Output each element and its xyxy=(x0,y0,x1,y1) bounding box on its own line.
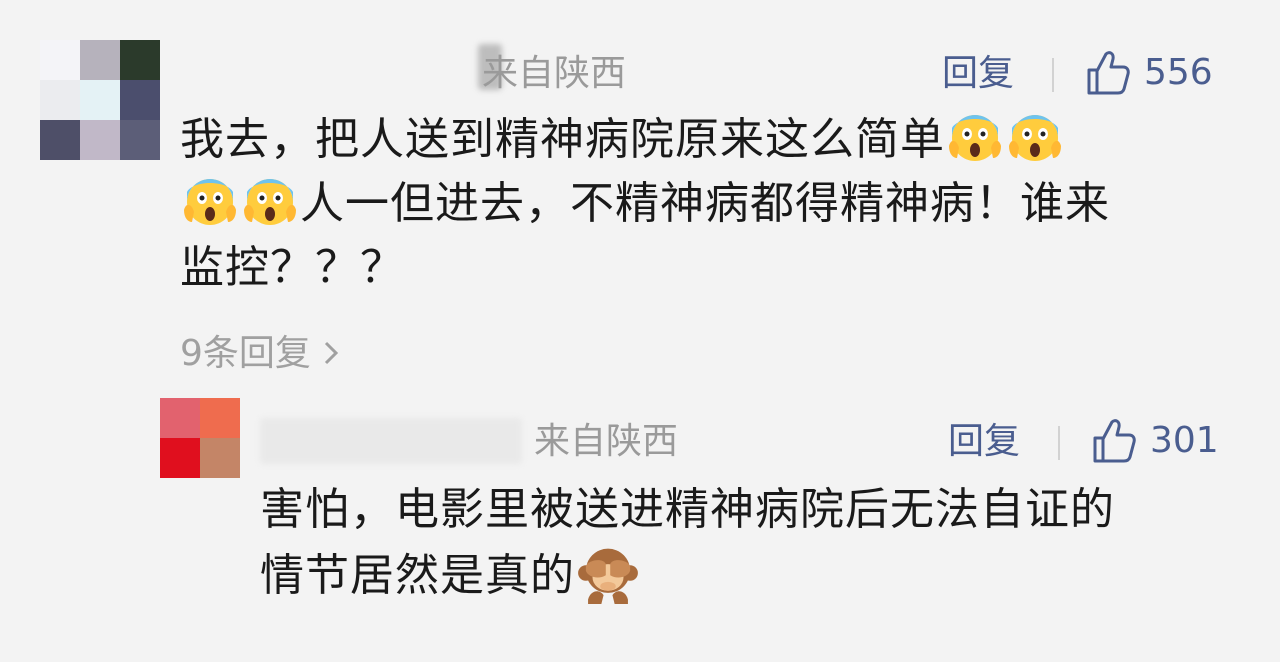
comment-line: 我去，把人送到精神病院原来这么简单 xyxy=(180,108,1240,172)
divider xyxy=(1052,58,1054,92)
thumbs-up-icon xyxy=(1093,419,1136,463)
avatar-pixel xyxy=(40,80,80,120)
avatar-pixel xyxy=(80,120,120,160)
comment-text: 我去，把人送到精神病院原来这么简单 xyxy=(180,114,945,165)
comment-line: 害怕，电影里被送进精神病院后无法自证的 xyxy=(260,478,1240,542)
like-button[interactable]: 556 xyxy=(1086,50,1213,96)
view-replies-button[interactable]: 9条回复 xyxy=(180,332,340,376)
location-text: 来自陕西 xyxy=(534,421,679,462)
face-screaming-in-fear-icon xyxy=(1009,115,1061,161)
comment-body: 我去，把人送到精神病院原来这么简单 人一但进去，不精神病都得精神病！谁来 监控？… xyxy=(180,108,1240,300)
comment-text: 监控？？？ xyxy=(180,242,405,293)
see-no-evil-monkey-icon xyxy=(578,548,638,604)
reply-button[interactable]: 回复 xyxy=(942,52,1014,96)
face-screaming-in-fear-icon xyxy=(244,179,296,225)
avatar-pixel xyxy=(120,80,160,120)
divider xyxy=(1058,426,1060,460)
chevron-right-icon xyxy=(325,341,339,365)
avatar-pixel xyxy=(80,80,120,120)
location-text: 来自陕西 xyxy=(482,53,627,94)
like-count: 301 xyxy=(1150,420,1219,461)
reply-button[interactable]: 回复 xyxy=(948,420,1020,464)
username-redacted xyxy=(260,418,522,464)
avatar-pixel xyxy=(40,120,80,160)
thumbs-up-icon xyxy=(1087,51,1130,95)
comment-line: 人一但进去，不精神病都得精神病！谁来 xyxy=(180,172,1240,236)
avatar-pixel xyxy=(40,40,80,80)
avatar-pixel xyxy=(160,398,200,438)
avatar[interactable] xyxy=(160,398,240,478)
comment-text: 情节居然是真的 xyxy=(260,550,575,601)
face-screaming-in-fear-icon xyxy=(184,179,236,225)
replies-count: 9条回复 xyxy=(180,333,311,374)
comment-body: 害怕，电影里被送进精神病院后无法自证的 情节居然是真的 xyxy=(260,478,1240,608)
avatar-pixel xyxy=(80,40,120,80)
like-count: 556 xyxy=(1144,52,1213,93)
avatar-pixel xyxy=(160,438,200,478)
comment-line: 情节居然是真的 xyxy=(260,542,1240,608)
avatar-pixel xyxy=(200,398,240,438)
avatar-pixel xyxy=(120,120,160,160)
avatar[interactable] xyxy=(40,40,160,160)
comment-line: 监控？？？ xyxy=(180,236,1240,300)
comment-text: 人一但进去，不精神病都得精神病！谁来 xyxy=(300,178,1110,229)
like-button[interactable]: 301 xyxy=(1092,418,1219,464)
avatar-pixel xyxy=(120,40,160,80)
avatar-pixel xyxy=(200,438,240,478)
face-screaming-in-fear-icon xyxy=(949,115,1001,161)
comment-text: 害怕，电影里被送进精神病院后无法自证的 xyxy=(260,484,1115,535)
